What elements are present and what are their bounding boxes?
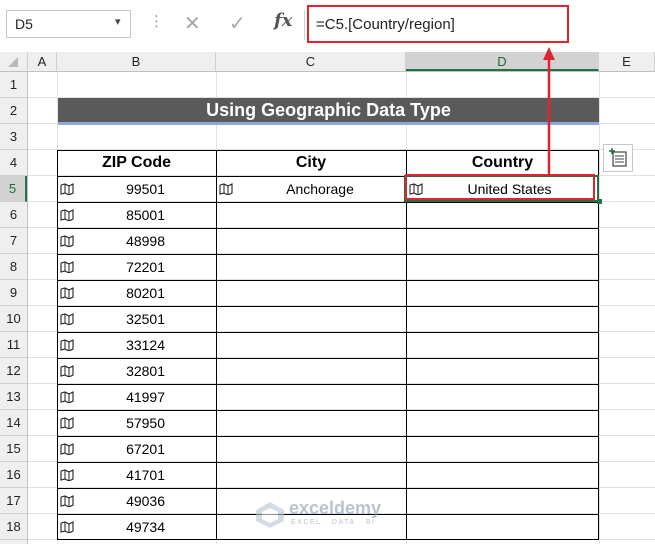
map-icon[interactable] (60, 495, 74, 507)
table-row: 41701 (57, 462, 599, 488)
cancel-icon[interactable]: ✕ (184, 11, 201, 36)
name-box-value: D5 (15, 16, 33, 32)
watermark-tagline: EXCEL · DATA · BI (291, 519, 376, 526)
table-row: 80201 (57, 280, 599, 306)
row-header-1[interactable]: 1 (0, 72, 27, 98)
zip-code-cell[interactable]: 41997 (97, 384, 165, 410)
map-icon[interactable] (60, 235, 74, 247)
row-header-17[interactable]: 17 (0, 488, 27, 514)
zip-code-cell[interactable]: 49036 (97, 488, 165, 514)
header-country[interactable]: Country (406, 150, 599, 176)
table-row: 33124 (57, 332, 599, 358)
row-header-13[interactable]: 13 (0, 384, 27, 410)
row-header-18[interactable]: 18 (0, 514, 27, 540)
row-header-8[interactable]: 8 (0, 254, 27, 280)
zip-code-cell[interactable]: 85001 (97, 202, 165, 228)
select-all-corner[interactable] (0, 52, 28, 71)
column-header-b[interactable]: B (57, 52, 216, 71)
row-header-2[interactable]: 2 (0, 98, 27, 124)
insert-data-icon (609, 148, 627, 167)
map-icon[interactable] (60, 209, 74, 221)
zip-code-cell[interactable]: 80201 (97, 280, 165, 306)
name-box[interactable]: D5 ▾ (6, 10, 131, 38)
table-border-horizontal (57, 150, 599, 151)
city-cell[interactable]: Anchorage (216, 176, 424, 202)
exceldemy-logo-icon (256, 502, 284, 528)
zip-code-cell[interactable]: 33124 (97, 332, 165, 358)
watermark-name: exceldemy (289, 498, 382, 518)
map-icon[interactable] (60, 339, 74, 351)
map-icon[interactable] (60, 365, 74, 377)
select-all-icon (8, 57, 18, 67)
row-header-9[interactable]: 9 (0, 280, 27, 306)
watermark: exceldemy EXCEL · DATA · BI (255, 498, 415, 532)
map-icon[interactable] (60, 443, 74, 455)
zip-code-cell[interactable]: 32501 (97, 306, 165, 332)
zip-code-cell[interactable]: 48998 (97, 228, 165, 254)
table-row: 85001 (57, 202, 599, 228)
annotation-arrow (543, 47, 555, 176)
map-icon[interactable] (60, 183, 74, 195)
row-header-12[interactable]: 12 (0, 358, 27, 384)
insert-function-icon[interactable]: fx (274, 10, 292, 31)
row-headers: 1 2 3 4 5 6 7 8 9 10 11 12 13 14 15 16 17 18 (0, 72, 28, 544)
table-row: 57950 (57, 410, 599, 436)
map-icon[interactable] (60, 261, 74, 273)
column-header-e[interactable]: E (599, 52, 655, 71)
row-header-16[interactable]: 16 (0, 462, 27, 488)
zip-code-cell[interactable]: 72201 (97, 254, 165, 280)
row-header-6[interactable]: 6 (0, 202, 27, 228)
arrow-head (543, 47, 555, 60)
map-icon[interactable] (60, 469, 74, 481)
column-header-d[interactable]: D (406, 52, 599, 71)
title-banner[interactable]: Using Geographic Data Type (58, 98, 599, 125)
chevron-down-icon[interactable]: ▾ (115, 15, 121, 28)
gridline-vertical (599, 72, 600, 544)
map-icon[interactable] (60, 521, 74, 533)
geo-table: ZIP Code City Country 99501 Anchorage Unit… (57, 150, 599, 540)
insert-data-button[interactable] (603, 144, 633, 172)
map-icon[interactable] (60, 391, 74, 403)
row-header-4[interactable]: 4 (0, 150, 27, 176)
map-icon[interactable] (60, 287, 74, 299)
zip-code-cell[interactable]: 67201 (97, 436, 165, 462)
column-header-c[interactable]: C (216, 52, 406, 71)
zip-code-cell[interactable]: 41701 (97, 462, 165, 488)
confirm-icon[interactable]: ✓ (229, 11, 246, 36)
table-row: 72201 (57, 254, 599, 280)
map-icon[interactable] (60, 417, 74, 429)
row-header-14[interactable]: 14 (0, 410, 27, 436)
row-header-10[interactable]: 10 (0, 306, 27, 332)
fill-handle[interactable] (597, 199, 602, 204)
table-row: 32801 (57, 358, 599, 384)
zip-code-cell[interactable]: 49734 (97, 514, 165, 540)
row-header-7[interactable]: 7 (0, 228, 27, 254)
cell-highlight-box (405, 174, 595, 200)
formula-highlight-box (307, 5, 569, 43)
header-city[interactable]: City (216, 150, 406, 176)
sheet-title: Using Geographic Data Type (206, 100, 451, 120)
table-row: 48998 (57, 228, 599, 254)
zip-code-cell[interactable]: 99501 (97, 176, 165, 202)
row-header-11[interactable]: 11 (0, 332, 27, 358)
row-header-5[interactable]: 5 (0, 176, 27, 202)
table-row: 32501 (57, 306, 599, 332)
row-header-3[interactable]: 3 (0, 124, 27, 150)
table-row: 41997 (57, 384, 599, 410)
zip-code-cell[interactable]: 32801 (97, 358, 165, 384)
row-header-15[interactable]: 15 (0, 436, 27, 462)
zip-code-cell[interactable]: 57950 (97, 410, 165, 436)
header-zip-code[interactable]: ZIP Code (57, 150, 216, 176)
table-row: 67201 (57, 436, 599, 462)
map-icon[interactable] (60, 313, 74, 325)
more-options-icon: ⋮ (149, 13, 164, 30)
column-header-a[interactable]: A (28, 52, 57, 71)
